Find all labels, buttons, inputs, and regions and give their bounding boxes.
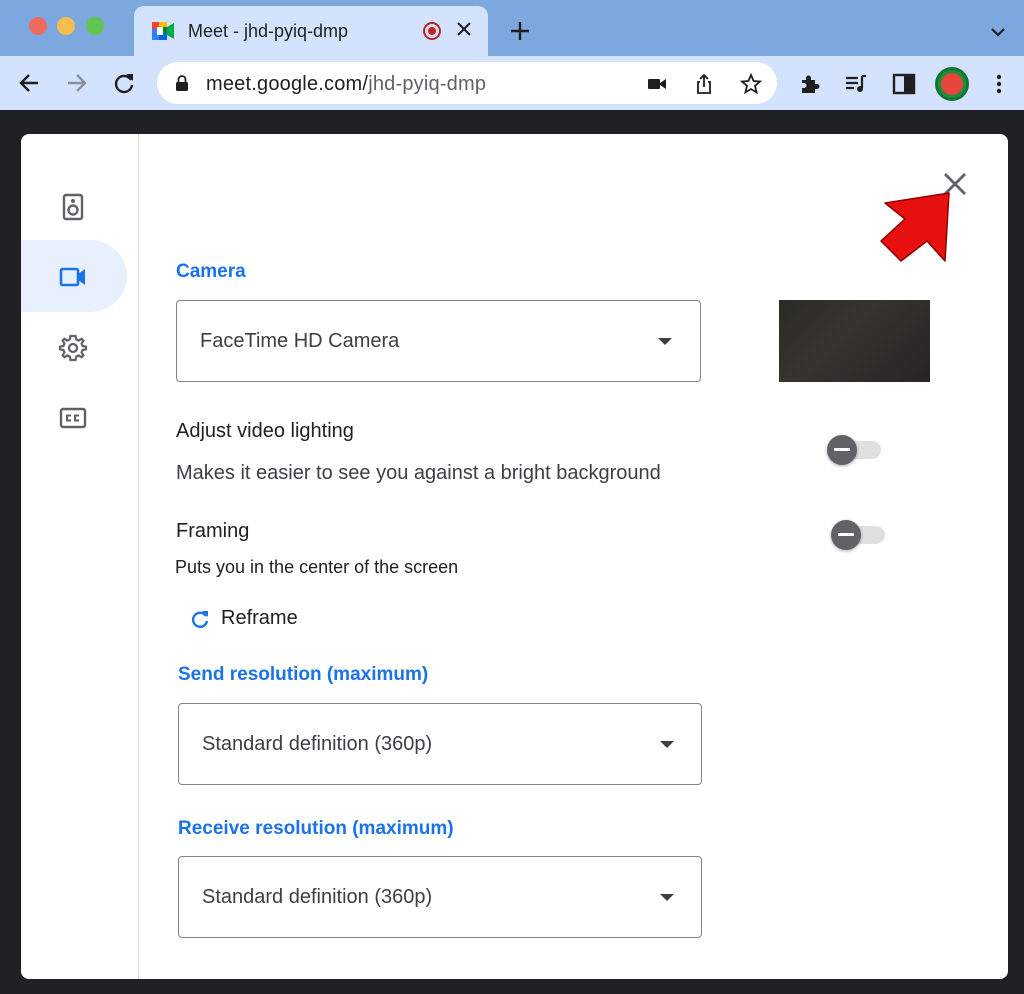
receive-resolution-value: Standard definition (360p) (202, 886, 433, 908)
url-text: meet.google.com/jhd-pyiq-dmp (206, 73, 487, 95)
adjust-lighting-title: Adjust video lighting (176, 420, 354, 442)
send-resolution-select[interactable]: Standard definition (360p) (178, 703, 702, 785)
settings-sidebar (21, 134, 139, 979)
framing-description: Puts you in the center of the screen (175, 557, 459, 577)
tab-close-icon[interactable] (454, 19, 474, 39)
window-minimize-button[interactable] (57, 17, 75, 35)
sidebar-item-captions[interactable] (21, 381, 127, 453)
lock-icon (176, 75, 188, 91)
side-panel-icon[interactable] (891, 71, 917, 97)
recording-indicator-icon (423, 22, 441, 40)
forward-arrow-icon[interactable] (62, 69, 90, 97)
dropdown-caret-icon (660, 741, 674, 748)
captions-icon (59, 407, 87, 429)
camera-section-label: Camera (176, 261, 246, 282)
dropdown-caret-icon (660, 894, 674, 901)
window-zoom-button[interactable] (86, 17, 104, 35)
refresh-icon (191, 611, 209, 628)
browser-titlebar: Meet - jhd-pyiq-dmp (0, 0, 1024, 56)
camera-preview (779, 300, 930, 382)
sidebar-item-audio[interactable] (21, 170, 127, 242)
reload-icon[interactable] (110, 69, 138, 97)
bookmark-star-icon[interactable] (739, 72, 763, 96)
media-controls-icon[interactable] (843, 71, 869, 97)
more-vertical-icon[interactable] (986, 71, 1012, 97)
adjust-lighting-description: Makes it easier to see you against a bri… (176, 462, 661, 484)
video-camera-icon (59, 267, 85, 287)
red-pointer-arrow-icon (880, 192, 950, 262)
settings-dialog: Camera FaceTime HD Camera Adjust video l… (21, 134, 1008, 979)
send-resolution-label: Send resolution (maximum) (178, 664, 429, 685)
speaker-icon (62, 193, 84, 221)
profile-avatar[interactable] (935, 67, 969, 101)
adjust-lighting-toggle[interactable] (827, 435, 883, 465)
dropdown-caret-icon (658, 338, 672, 345)
share-icon[interactable] (692, 72, 716, 96)
tab-search-chevron-icon[interactable] (988, 22, 1008, 42)
framing-title: Framing (176, 520, 250, 542)
sidebar-item-video[interactable] (21, 240, 127, 312)
reframe-label: Reframe (221, 607, 298, 629)
receive-resolution-select[interactable]: Standard definition (360p) (178, 856, 702, 938)
send-resolution-value: Standard definition (360p) (202, 733, 433, 755)
tab-title: Meet - jhd-pyiq-dmp (188, 21, 349, 41)
google-meet-icon (152, 22, 174, 40)
camera-in-use-icon[interactable] (645, 72, 669, 96)
window-close-button[interactable] (29, 17, 47, 35)
receive-resolution-label: Receive resolution (maximum) (178, 818, 454, 839)
browser-toolbar: meet.google.com/jhd-pyiq-dmp (0, 56, 1024, 110)
browser-tab-meet[interactable]: Meet - jhd-pyiq-dmp (134, 6, 488, 56)
back-arrow-icon[interactable] (16, 69, 44, 97)
camera-selected-value: FaceTime HD Camera (200, 330, 400, 352)
gear-icon (58, 334, 88, 362)
camera-select[interactable]: FaceTime HD Camera (176, 300, 701, 382)
framing-toggle[interactable] (831, 520, 887, 550)
new-tab-plus-icon[interactable] (508, 19, 532, 43)
address-bar[interactable]: meet.google.com/jhd-pyiq-dmp (157, 62, 777, 104)
sidebar-item-general[interactable] (21, 311, 127, 383)
extensions-puzzle-icon[interactable] (797, 71, 823, 97)
